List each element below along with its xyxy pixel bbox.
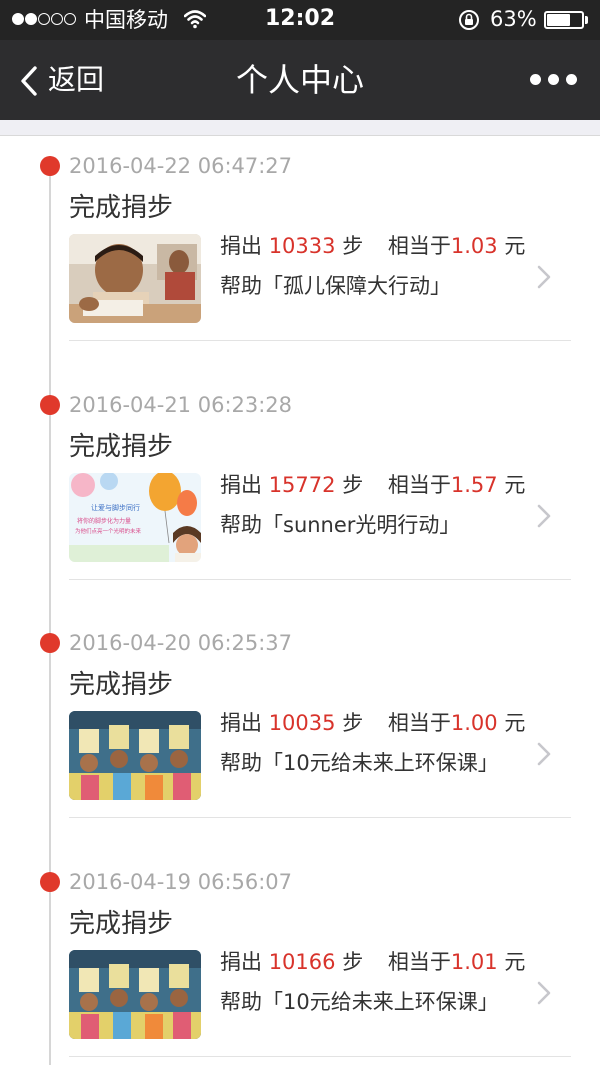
entry-title: 完成捐步	[69, 670, 174, 700]
entry-timestamp: 2016-04-19 06:56:07	[69, 870, 293, 894]
chevron-right-icon[interactable]	[537, 742, 551, 766]
donation-summary: 捐出 10166 步 相当于1.01 元	[220, 946, 525, 978]
more-dots-icon	[530, 74, 541, 85]
page-title: 个人中心	[235, 61, 364, 99]
project-name: 「10元给未来上环保课」	[262, 751, 499, 775]
boy-reading-photo	[69, 234, 201, 323]
currency-unit: 元	[504, 711, 526, 735]
currency-unit: 元	[504, 950, 526, 974]
steps-unit: 步	[342, 950, 364, 974]
project-line: 帮助「10元给未来上环保课」	[220, 986, 499, 1018]
donate-prefix: 捐出	[220, 950, 262, 974]
more-options-button[interactable]	[528, 64, 580, 96]
steps-count: 15772	[268, 473, 336, 497]
currency-unit: 元	[504, 234, 526, 258]
help-prefix: 帮助	[220, 513, 262, 537]
steps-count: 10035	[268, 711, 336, 735]
status-bar: 中国移动 12:02 63%	[0, 0, 600, 40]
timeline-dot	[40, 156, 60, 176]
equals-prefix: 相当于	[387, 711, 451, 735]
help-prefix: 帮助	[220, 274, 262, 298]
amount-value: 1.00	[450, 711, 498, 735]
steps-unit: 步	[342, 473, 364, 497]
entry-divider	[69, 1056, 571, 1057]
help-prefix: 帮助	[220, 990, 262, 1014]
entry-timestamp: 2016-04-21 06:23:28	[69, 393, 293, 417]
donate-prefix: 捐出	[220, 473, 262, 497]
timeline-dot	[40, 633, 60, 653]
nav-bar: 返回 个人中心	[0, 40, 600, 120]
project-line: 帮助「sunner光明行动」	[220, 509, 460, 541]
project-thumbnail	[69, 234, 201, 323]
entry-title: 完成捐步	[69, 193, 174, 223]
project-line: 帮助「10元给未来上环保课」	[220, 747, 499, 779]
steps-count: 10333	[268, 234, 336, 258]
entry-divider	[69, 340, 571, 341]
donation-timeline[interactable]: 2016-04-22 06:47:27 完成捐步 捐出 10333 步 相当于1…	[0, 120, 600, 1065]
balloons-poster: 让爱与脚步同行 将你的脚步化为力量 为他们点亮一个光明的未来	[69, 473, 201, 562]
timeline-entry[interactable]: 2016-04-22 06:47:27 完成捐步 捐出 10333 步 相当于1…	[0, 120, 600, 358]
poster-text: 让爱与脚步同行	[91, 503, 140, 512]
entry-divider	[69, 817, 571, 818]
entry-divider	[69, 579, 571, 580]
donation-summary: 捐出 15772 步 相当于1.57 元	[220, 469, 525, 501]
rotation-lock-icon	[459, 10, 479, 30]
chevron-right-icon[interactable]	[537, 265, 551, 289]
chevron-right-icon[interactable]	[537, 981, 551, 1005]
donation-summary: 捐出 10035 步 相当于1.00 元	[220, 707, 525, 739]
entry-title: 完成捐步	[69, 909, 174, 939]
chevron-right-icon[interactable]	[537, 504, 551, 528]
entry-timestamp: 2016-04-22 06:47:27	[69, 154, 293, 178]
timeline-dot	[40, 872, 60, 892]
timeline-entry[interactable]: 2016-04-19 06:56:07 完成捐步 捐出 10166 步 相当于1…	[0, 836, 600, 1065]
project-name: 「10元给未来上环保课」	[262, 990, 499, 1014]
project-line: 帮助「孤儿保障大行动」	[220, 270, 451, 302]
battery-icon	[544, 11, 584, 29]
battery-percentage: 63%	[490, 7, 537, 31]
amount-value: 1.57	[450, 473, 498, 497]
poster-text: 将你的脚步化为力量	[77, 517, 131, 525]
equals-prefix: 相当于	[387, 473, 451, 497]
steps-unit: 步	[342, 234, 364, 258]
donate-prefix: 捐出	[220, 711, 262, 735]
equals-prefix: 相当于	[387, 950, 451, 974]
project-thumbnail: 让爱与脚步同行 将你的脚步化为力量 为他们点亮一个光明的未来	[69, 473, 201, 562]
timeline-entry[interactable]: 2016-04-21 06:23:28 完成捐步 让爱与脚步同行 将你的脚步化为…	[0, 359, 600, 597]
timeline-dot	[40, 395, 60, 415]
entry-timestamp: 2016-04-20 06:25:37	[69, 631, 293, 655]
project-thumbnail	[69, 950, 201, 1039]
donate-prefix: 捐出	[220, 234, 262, 258]
entry-title: 完成捐步	[69, 432, 174, 462]
poster-text: 为他们点亮一个光明的未来	[75, 527, 142, 535]
help-prefix: 帮助	[220, 751, 262, 775]
project-name: 「sunner光明行动」	[262, 513, 461, 537]
project-thumbnail	[69, 711, 201, 800]
battery-level	[547, 14, 570, 26]
equals-prefix: 相当于	[387, 234, 451, 258]
amount-value: 1.01	[450, 950, 498, 974]
timeline-entry[interactable]: 2016-04-20 06:25:37 完成捐步 捐出 10035 步 相当于1…	[0, 597, 600, 835]
donation-summary: 捐出 10333 步 相当于1.03 元	[220, 230, 525, 262]
steps-unit: 步	[342, 711, 364, 735]
children-group-photo	[69, 711, 201, 800]
children-group-photo	[69, 950, 201, 1039]
steps-count: 10166	[268, 950, 336, 974]
currency-unit: 元	[504, 473, 526, 497]
amount-value: 1.03	[450, 234, 498, 258]
project-name: 「孤儿保障大行动」	[262, 274, 451, 298]
